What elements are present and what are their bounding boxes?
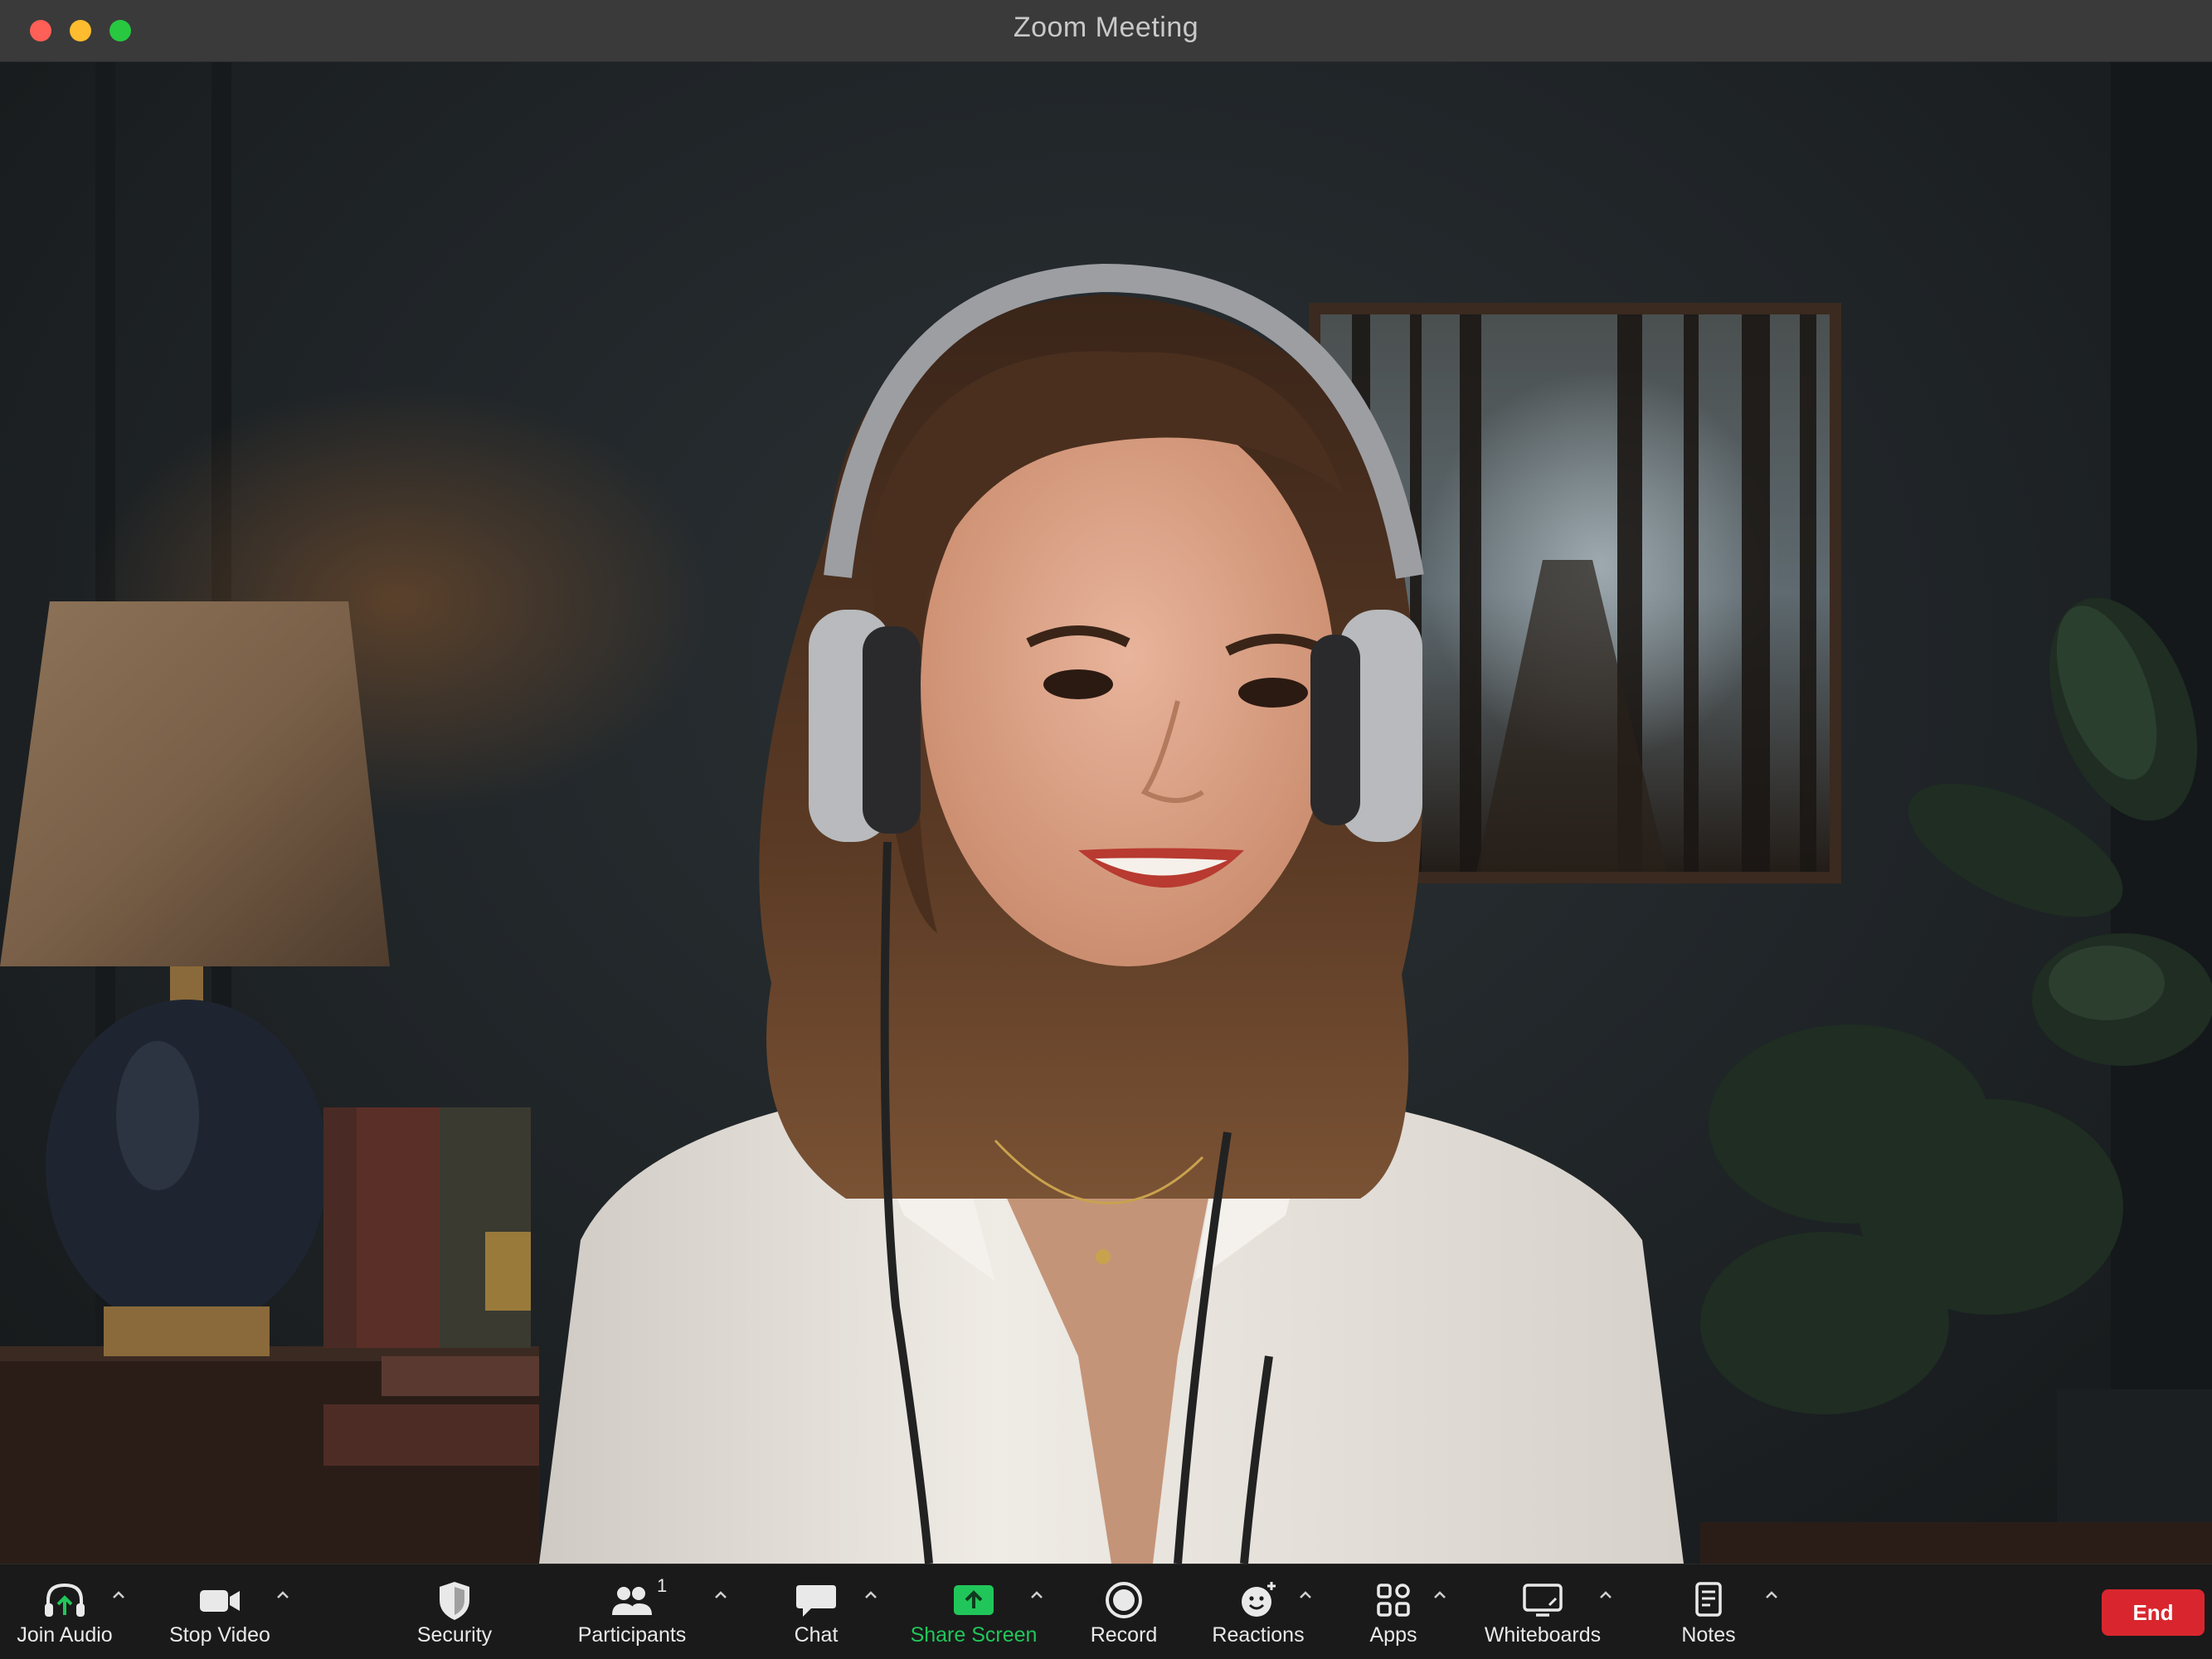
share-arrow-icon <box>954 1585 994 1615</box>
video-camera-icon <box>200 1590 240 1612</box>
whiteboards-label: Whiteboards <box>1484 1623 1602 1647</box>
notes-options-chevron-icon[interactable] <box>1762 1586 1781 1604</box>
zoom-window: Zoom Meeting Join Audio Stop Video Secur… <box>0 0 2212 1659</box>
record-icon <box>1106 1582 1142 1618</box>
record-button[interactable]: Record <box>1075 1564 1173 1659</box>
share-screen-button[interactable]: Share Screen <box>907 1564 1040 1659</box>
record-label: Record <box>1090 1623 1158 1647</box>
stop-video-button[interactable]: Stop Video <box>162 1564 278 1659</box>
headphones-icon <box>45 1583 85 1617</box>
participants-count: 1 <box>657 1575 668 1596</box>
notes-icon <box>1695 1582 1722 1617</box>
security-label: Security <box>416 1623 493 1647</box>
reactions-button[interactable]: Reactions <box>1199 1564 1317 1659</box>
end-meeting-button[interactable]: End <box>2102 1589 2205 1636</box>
people-icon <box>612 1587 652 1615</box>
notes-label: Notes <box>1681 1623 1736 1647</box>
apps-options-chevron-icon[interactable] <box>1431 1586 1449 1604</box>
apps-label: Apps <box>1369 1623 1417 1647</box>
whiteboards-options-chevron-icon[interactable] <box>1597 1586 1615 1604</box>
notes-button[interactable]: Notes <box>1659 1564 1758 1659</box>
title-bar: Zoom Meeting <box>0 0 2212 62</box>
participants-button[interactable]: 1 Participants <box>569 1564 695 1659</box>
share-screen-label: Share Screen <box>910 1623 1038 1647</box>
chat-button[interactable]: Chat <box>766 1564 866 1659</box>
join-audio-button[interactable]: Join Audio <box>7 1564 123 1659</box>
whiteboards-button[interactable]: Whiteboards <box>1476 1564 1609 1659</box>
reactions-options-chevron-icon[interactable] <box>1296 1586 1315 1604</box>
audio-options-chevron-icon[interactable] <box>109 1586 128 1604</box>
shield-icon <box>440 1582 469 1620</box>
security-button[interactable]: Security <box>396 1564 513 1659</box>
video-frame <box>0 62 2212 1564</box>
window-title: Zoom Meeting <box>1013 12 1199 43</box>
participants-options-chevron-icon[interactable] <box>712 1586 730 1604</box>
apps-button[interactable]: Apps <box>1344 1564 1443 1659</box>
participants-label: Participants <box>577 1623 687 1647</box>
stop-video-label: Stop Video <box>169 1623 270 1647</box>
participant-video[interactable] <box>0 62 2212 1564</box>
chat-options-chevron-icon[interactable] <box>862 1586 880 1604</box>
join-audio-label: Join Audio <box>17 1623 113 1647</box>
chat-bubble-icon <box>796 1585 836 1617</box>
reactions-label: Reactions <box>1212 1623 1305 1647</box>
smiley-icon <box>1242 1582 1276 1617</box>
whiteboard-icon <box>1523 1584 1563 1617</box>
chat-label: Chat <box>794 1623 839 1647</box>
video-options-chevron-icon[interactable] <box>274 1586 292 1604</box>
share-options-chevron-icon[interactable] <box>1028 1586 1046 1604</box>
apps-icon <box>1377 1584 1410 1617</box>
